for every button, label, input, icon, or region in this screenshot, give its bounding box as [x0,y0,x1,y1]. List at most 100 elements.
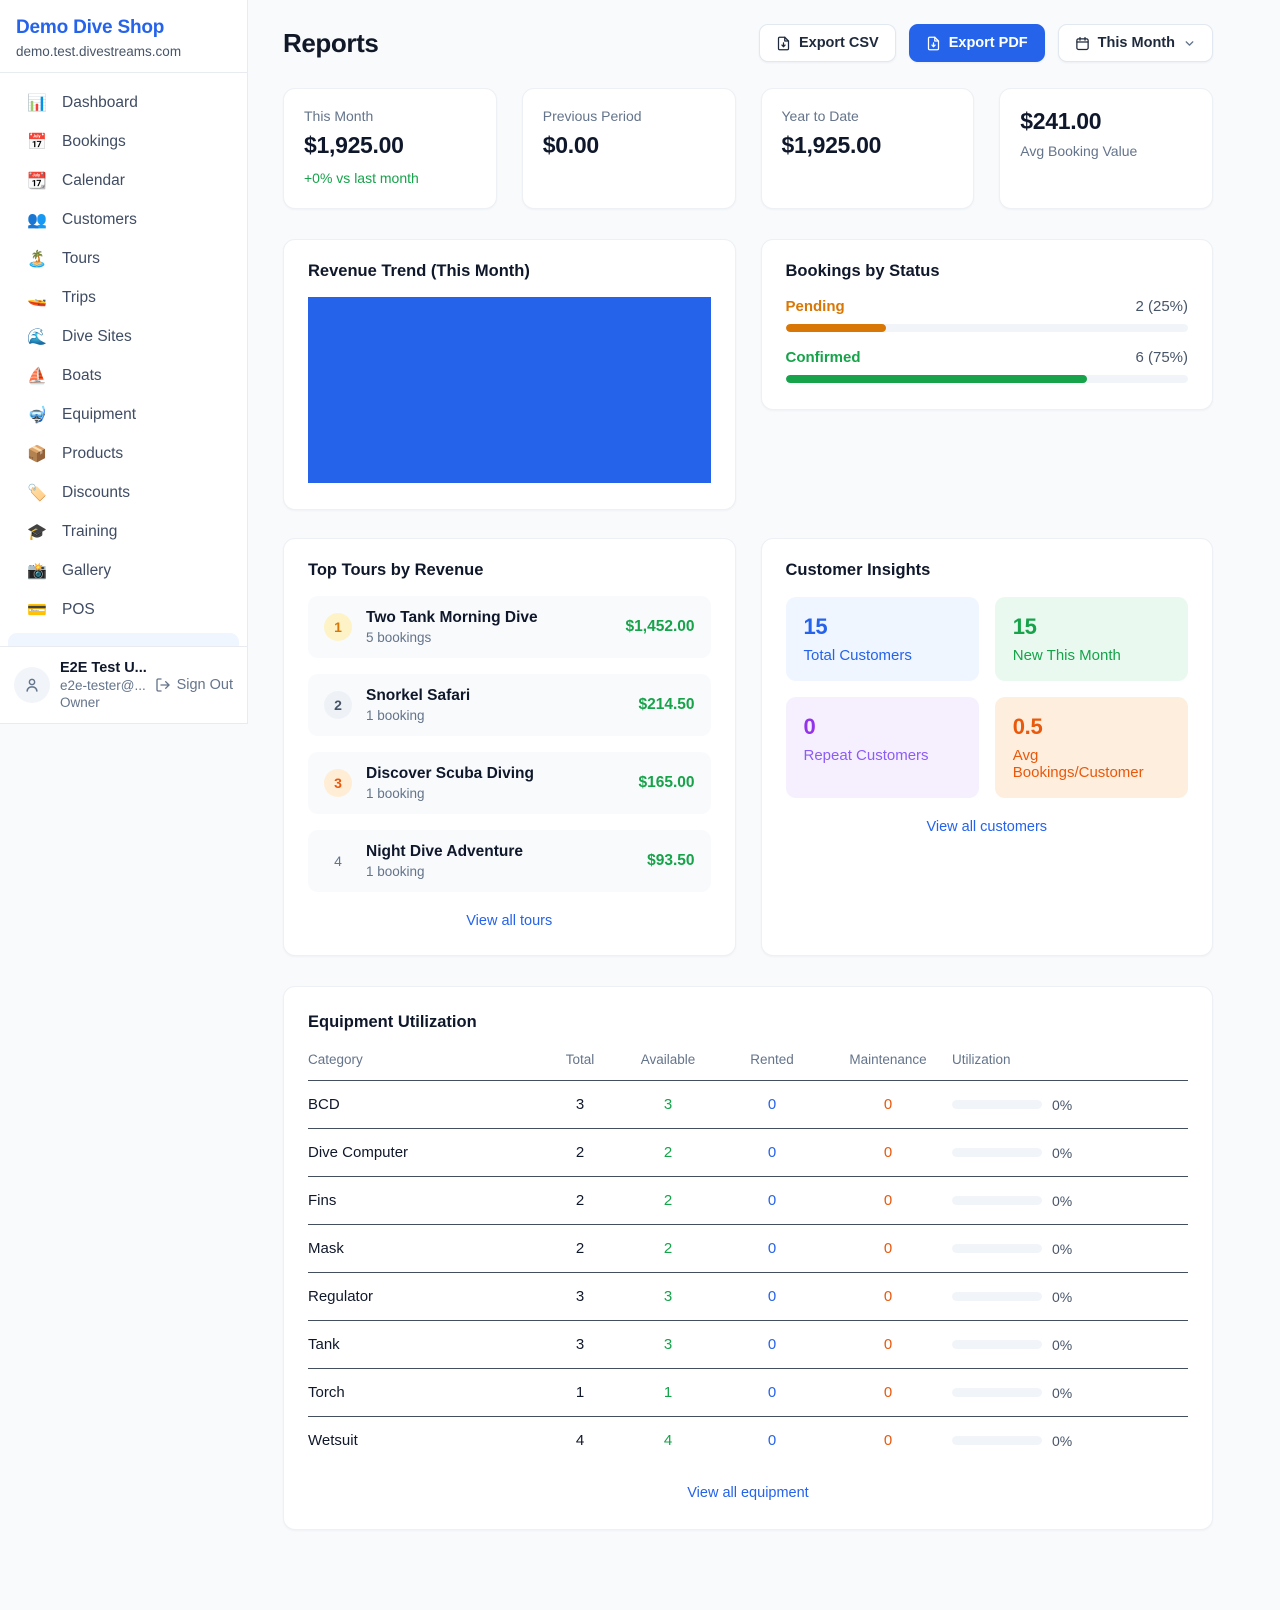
stat-card-avg-booking-value: $241.00 Avg Booking Value [999,88,1213,209]
camera-icon: 📸 [27,561,47,580]
sidebar-item-label: Gallery [62,562,111,580]
sidebar-item-customers[interactable]: 👥 Customers [0,200,247,239]
stat-value: $0.00 [543,132,715,159]
table-row: Torch 1 1 0 0 0% [308,1369,1188,1417]
status-label-pending: Pending [786,298,845,315]
graduation-cap-icon: 🎓 [27,522,47,541]
view-all-customers-link[interactable]: View all customers [786,819,1189,835]
tour-name: Two Tank Morning Dive [366,609,538,627]
cell-utilization: 0% [952,1337,1188,1353]
cell-maintenance: 0 [824,1288,952,1305]
tile-label: Total Customers [804,647,961,664]
tour-bookings: 5 bookings [366,630,538,645]
cell-available: 2 [616,1192,720,1209]
utilization-track [952,1148,1042,1157]
cell-rented: 0 [720,1096,824,1113]
avatar [14,667,50,703]
table-header-row: Category Total Available Rented Maintena… [308,1052,1188,1081]
table-row: Fins 2 2 0 0 0% [308,1177,1188,1225]
charts-row: Revenue Trend (This Month) Bookings by S… [283,239,1213,510]
sidebar-item-calendar[interactable]: 📆 Calendar [0,161,247,200]
table-row: BCD 3 3 0 0 0% [308,1081,1188,1129]
cell-category: Tank [308,1336,544,1353]
progress-track [786,375,1189,383]
cell-category: Torch [308,1384,544,1401]
tour-amount: $1,452.00 [626,618,695,636]
tile-repeat-customers: 0 Repeat Customers [786,697,979,798]
stat-label: Previous Period [543,108,715,124]
cell-category: Fins [308,1192,544,1209]
export-pdf-button[interactable]: Export PDF [909,24,1045,62]
tile-value: 15 [804,614,961,640]
period-select[interactable]: This Month [1058,24,1213,62]
cell-utilization: 0% [952,1289,1188,1305]
rank-badge: 3 [324,769,352,797]
view-all-tours-link[interactable]: View all tours [308,913,711,929]
sidebar-item-label: Dive Sites [62,328,132,346]
brand-name[interactable]: Demo Dive Shop [16,17,231,39]
col-maintenance: Maintenance [824,1052,952,1067]
utilization-track [952,1196,1042,1205]
sidebar-active-item-partial[interactable] [8,633,239,646]
file-download-icon [776,36,791,51]
sidebar-item-training[interactable]: 🎓 Training [0,512,247,551]
sidebar-item-boats[interactable]: ⛵ Boats [0,356,247,395]
tile-value: 15 [1013,614,1170,640]
sidebar-item-equipment[interactable]: 🤿 Equipment [0,395,247,434]
cell-total: 4 [544,1432,616,1449]
utilization-percent: 0% [1052,1385,1072,1401]
col-rented: Rented [720,1052,824,1067]
customer-insights-card: Customer Insights 15 Total Customers 15 … [761,538,1214,956]
bookings-by-status-card: Bookings by Status Pending 2 (25%) Confi… [761,239,1214,410]
sidebar-item-gallery[interactable]: 📸 Gallery [0,551,247,590]
utilization-track [952,1100,1042,1109]
sign-out-button[interactable]: Sign Out [155,677,233,693]
cell-maintenance: 0 [824,1192,952,1209]
equipment-utilization-title: Equipment Utilization [308,1013,1188,1032]
cell-rented: 0 [720,1144,824,1161]
export-pdf-label: Export PDF [949,35,1028,51]
cell-utilization: 0% [952,1193,1188,1209]
cell-utilization: 0% [952,1241,1188,1257]
cell-available: 1 [616,1384,720,1401]
bookings-by-status-title: Bookings by Status [786,262,1189,281]
export-csv-button[interactable]: Export CSV [759,24,896,62]
sidebar: Demo Dive Shop demo.test.divestreams.com… [0,0,248,724]
tour-row: 2 Snorkel Safari 1 booking $214.50 [308,674,711,736]
sidebar-item-dive-sites[interactable]: 🌊 Dive Sites [0,317,247,356]
cell-rented: 0 [720,1384,824,1401]
tile-label: New This Month [1013,647,1170,664]
revenue-trend-chart [308,297,711,483]
sidebar-item-bookings[interactable]: 📅 Bookings [0,122,247,161]
user-email: e2e-tester@... [60,678,145,693]
user-meta: E2E Test U... e2e-tester@... Owner [60,660,145,710]
cell-maintenance: 0 [824,1096,952,1113]
insights-grid: 15 Total Customers 15 New This Month 0 R… [786,597,1189,798]
utilization-track [952,1244,1042,1253]
sidebar-user-footer: E2E Test U... e2e-tester@... Owner Sign … [0,646,247,723]
view-all-equipment-link[interactable]: View all equipment [308,1485,1188,1501]
utilization-track [952,1340,1042,1349]
sidebar-item-products[interactable]: 📦 Products [0,434,247,473]
sidebar-item-pos[interactable]: 💳 POS [0,590,247,629]
col-available: Available [616,1052,720,1067]
table-row: Tank 3 3 0 0 0% [308,1321,1188,1369]
sidebar-item-trips[interactable]: 🚤 Trips [0,278,247,317]
table-row: Wetsuit 4 4 0 0 0% [308,1417,1188,1464]
cell-maintenance: 0 [824,1336,952,1353]
cell-category: Regulator [308,1288,544,1305]
customer-insights-title: Customer Insights [786,561,1189,580]
utilization-track [952,1436,1042,1445]
utilization-percent: 0% [1052,1289,1072,1305]
sidebar-item-discounts[interactable]: 🏷️ Discounts [0,473,247,512]
sidebar-nav: 📊 Dashboard 📅 Bookings 📆 Calendar 👥 Cust… [0,73,247,629]
sidebar-item-tours[interactable]: 🏝️ Tours [0,239,247,278]
cell-total: 3 [544,1096,616,1113]
tour-amount: $165.00 [638,774,694,792]
logout-icon [155,677,171,693]
sidebar-item-label: Equipment [62,406,136,424]
cell-total: 2 [544,1192,616,1209]
col-utilization: Utilization [952,1052,1188,1067]
insights-row: Top Tours by Revenue 1 Two Tank Morning … [283,538,1213,956]
sidebar-item-dashboard[interactable]: 📊 Dashboard [0,83,247,122]
